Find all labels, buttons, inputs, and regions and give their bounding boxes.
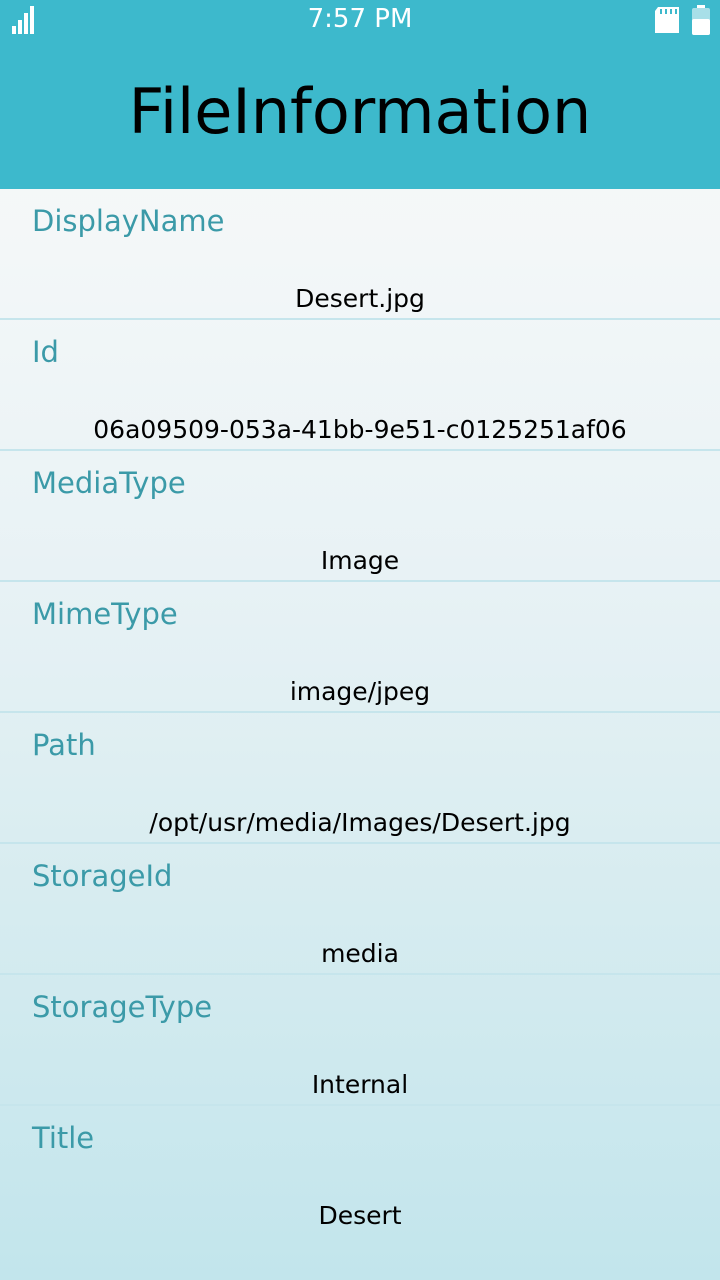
field-value: media	[321, 939, 399, 968]
field-value: image/jpeg	[289, 677, 431, 706]
battery-icon	[692, 5, 710, 35]
list-item-mime-type: MimeType image/jpeg	[0, 582, 720, 713]
list-item-media-type: MediaType Image	[0, 451, 720, 582]
field-value: Image	[320, 546, 400, 575]
field-value: 06a09509-053a-41bb-9e51-c0125251af06	[93, 415, 627, 444]
field-label: StorageId	[32, 859, 173, 893]
list-item-id: Id 06a09509-053a-41bb-9e51-c0125251af06	[0, 320, 720, 451]
field-label: MimeType	[32, 597, 178, 631]
list-item-path: Path /opt/usr/media/Images/Desert.jpg	[0, 713, 720, 844]
field-label: MediaType	[32, 466, 186, 500]
page-title: FileInformation	[128, 75, 592, 148]
field-label: Title	[32, 1121, 95, 1155]
field-label: DisplayName	[32, 204, 225, 238]
status-time: 7:57 PM	[307, 4, 413, 34]
list-item-storage-type: StorageType Internal	[0, 975, 720, 1106]
field-value: /opt/usr/media/Images/Desert.jpg	[149, 808, 571, 837]
field-value: Desert.jpg	[295, 284, 425, 313]
file-info-list: DisplayName Desert.jpg Id 06a09509-053a-…	[0, 189, 720, 1237]
field-label: Id	[32, 335, 59, 369]
list-item-storage-id: StorageId media	[0, 844, 720, 975]
sd-card-icon	[655, 7, 679, 33]
field-label: Path	[32, 728, 96, 762]
list-item-title: Title Desert	[0, 1106, 720, 1237]
field-label: StorageType	[32, 990, 213, 1024]
status-bar: 7:57 PM	[0, 0, 720, 40]
list-item-display-name: DisplayName Desert.jpg	[0, 189, 720, 320]
field-value: Internal	[311, 1070, 409, 1099]
field-value: Desert	[318, 1201, 402, 1230]
header: FileInformation	[0, 40, 720, 189]
